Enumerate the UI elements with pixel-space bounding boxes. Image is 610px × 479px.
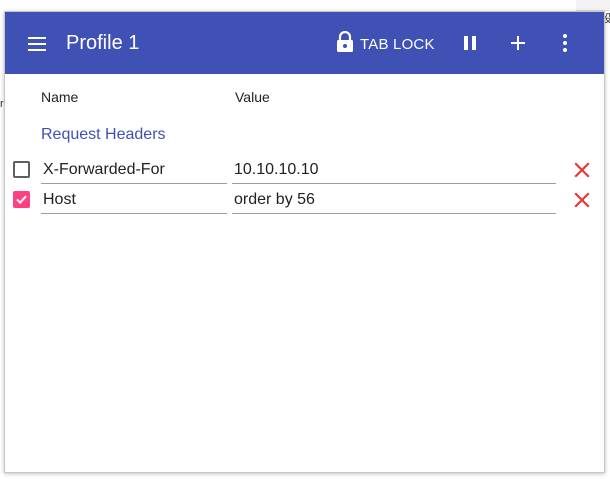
enable-checkbox[interactable] [13, 161, 30, 178]
close-icon[interactable] [573, 161, 591, 179]
app-toolbar: Profile 1 TAB LOCK [5, 12, 604, 74]
lock-icon [336, 30, 354, 58]
column-header-name: Name [41, 89, 79, 105]
menu-icon[interactable] [25, 32, 49, 56]
tab-lock-button[interactable]: TAB LOCK [336, 30, 435, 58]
profile-title: Profile 1 [66, 32, 140, 54]
extension-popup: Profile 1 TAB LOCK Name Value Request He… [4, 11, 605, 473]
header-value-field[interactable] [232, 186, 556, 214]
pause-icon[interactable] [458, 31, 482, 55]
tab-lock-label: TAB LOCK [360, 35, 435, 53]
close-icon[interactable] [573, 191, 591, 209]
header-name-field[interactable] [41, 186, 227, 214]
header-value-field[interactable] [232, 156, 556, 184]
header-name-field[interactable] [41, 156, 227, 184]
plus-icon[interactable] [506, 31, 530, 55]
background-page-fragment [576, 0, 610, 11]
browser-background: r 设 Profile 1 TAB LOCK Name Value Reques… [0, 0, 610, 479]
more-vert-icon[interactable] [553, 31, 577, 55]
header-row [5, 184, 604, 214]
section-title-request-headers: Request Headers [41, 126, 166, 143]
column-header-value: Value [235, 89, 270, 105]
header-row [5, 154, 604, 184]
enable-checkbox[interactable] [13, 191, 30, 208]
